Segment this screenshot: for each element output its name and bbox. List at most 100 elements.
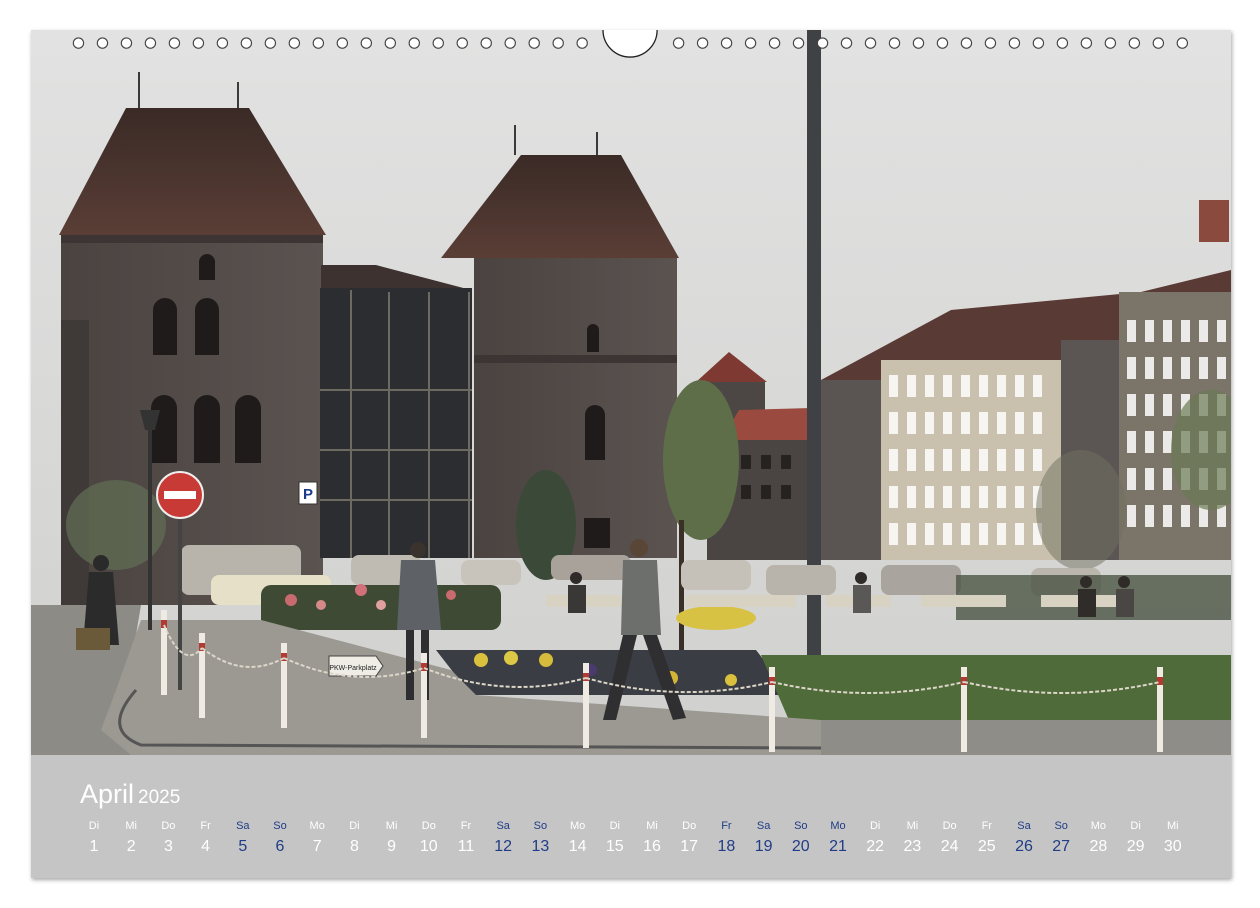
day-cell: Do 3 bbox=[150, 819, 186, 857]
day-cell: Fr 11 bbox=[448, 819, 484, 857]
day-number: 18 bbox=[717, 838, 736, 855]
weekday-label: Do bbox=[421, 820, 436, 832]
weekday-label: Fr bbox=[200, 820, 211, 832]
building-window bbox=[943, 412, 952, 434]
building-window bbox=[961, 449, 970, 471]
day-number: 2 bbox=[126, 838, 136, 855]
day-number: 28 bbox=[1089, 838, 1108, 855]
building-window bbox=[889, 375, 898, 397]
day-number: 30 bbox=[1163, 838, 1182, 855]
day-cell: Fr 4 bbox=[188, 819, 224, 857]
calendar-page: P PKW-Parkplatz April 2025 Di 1 Mi 2 Do … bbox=[31, 30, 1231, 878]
day-cell: Mi 30 bbox=[1155, 819, 1191, 857]
building-window bbox=[907, 449, 916, 471]
day-number: 21 bbox=[829, 838, 847, 855]
binding-hole bbox=[360, 37, 372, 49]
building-window bbox=[889, 523, 898, 545]
building-window bbox=[943, 375, 952, 397]
day-cell: Sa 5 bbox=[225, 819, 261, 857]
weekday-label: Di bbox=[1130, 820, 1141, 832]
day-cell: Fr 18 bbox=[708, 819, 744, 857]
weekday-label: So bbox=[273, 820, 287, 832]
building-window bbox=[961, 375, 970, 397]
binding-hole bbox=[288, 37, 301, 49]
building-window bbox=[961, 412, 970, 434]
building-window bbox=[1033, 412, 1042, 434]
building-window bbox=[1127, 320, 1136, 342]
binding-hole bbox=[240, 37, 253, 49]
weekday-label: Mo bbox=[1090, 820, 1107, 832]
binding-hole bbox=[720, 37, 733, 49]
day-number: 12 bbox=[494, 838, 513, 855]
binding-hole bbox=[480, 37, 492, 49]
building-window bbox=[1163, 320, 1172, 342]
building-window bbox=[1015, 486, 1024, 508]
building-window bbox=[997, 412, 1006, 434]
binding-hole bbox=[1152, 37, 1165, 49]
weekday-label: Di bbox=[88, 820, 100, 832]
building-window bbox=[1217, 357, 1226, 379]
fence-post-band bbox=[961, 677, 967, 685]
weekday-label: Do bbox=[942, 820, 957, 832]
weekday-label: Mo bbox=[569, 820, 586, 832]
weekday-label: Mi bbox=[385, 820, 398, 832]
building-window bbox=[925, 412, 934, 434]
binding-hole bbox=[312, 37, 325, 49]
building-window bbox=[1163, 431, 1172, 453]
year: 2025 bbox=[138, 787, 181, 808]
binding-hole bbox=[456, 37, 468, 49]
building-window bbox=[997, 486, 1006, 508]
building-window bbox=[943, 449, 952, 471]
building-window bbox=[979, 375, 988, 397]
binding-hole bbox=[144, 37, 157, 49]
building-window bbox=[1015, 375, 1024, 397]
binding-hole bbox=[96, 37, 109, 49]
fence-post-band bbox=[769, 677, 775, 685]
weekday-label: Fr bbox=[721, 820, 732, 832]
weekday-label: Mo bbox=[309, 820, 325, 832]
fence-post-band bbox=[1157, 677, 1163, 685]
day-cell: Mi 23 bbox=[894, 819, 930, 857]
weekday-label: Di bbox=[349, 820, 360, 832]
day-grid: Di 1 Mi 2 Do 3 Fr 4 Sa 5 So 6 Mo 7 Di 8 Mi 9 Do 10 Fr 11 Sa 12 S… bbox=[76, 819, 1206, 869]
binding-hole bbox=[1056, 37, 1069, 49]
building-window bbox=[1127, 431, 1136, 453]
binding-hole bbox=[672, 37, 685, 49]
day-number: 7 bbox=[312, 838, 322, 855]
day-number: 16 bbox=[643, 838, 661, 855]
weekday-label: Sa bbox=[756, 820, 771, 832]
weekday-label: So bbox=[794, 820, 808, 832]
weekday-label: Mi bbox=[125, 820, 137, 832]
building-window bbox=[961, 486, 970, 508]
weekday-label: So bbox=[533, 820, 548, 832]
day-number: 26 bbox=[1015, 838, 1033, 855]
building-window bbox=[889, 412, 898, 434]
day-cell: Di 15 bbox=[597, 819, 633, 857]
day-number: 17 bbox=[680, 838, 699, 855]
building-window bbox=[1033, 449, 1042, 471]
building-window bbox=[997, 375, 1006, 397]
glass-hall bbox=[320, 265, 472, 558]
weekday-label: Di bbox=[609, 820, 620, 832]
binding-hole bbox=[528, 37, 540, 49]
day-cell: Mo 7 bbox=[299, 819, 335, 857]
binding-hole bbox=[336, 37, 349, 49]
day-number: 14 bbox=[568, 838, 587, 855]
binding-hole bbox=[744, 37, 757, 49]
building-window bbox=[1145, 394, 1154, 416]
calendar-photo: P PKW-Parkplatz bbox=[31, 30, 1231, 755]
building-window bbox=[1127, 468, 1136, 490]
binding-hole bbox=[504, 37, 516, 49]
day-cell: So 20 bbox=[783, 819, 819, 857]
building-window bbox=[943, 523, 952, 545]
building-window bbox=[1015, 449, 1024, 471]
fence-post-band bbox=[583, 673, 589, 681]
binding-hole bbox=[888, 37, 901, 49]
building-window bbox=[1033, 375, 1042, 397]
building-window bbox=[907, 375, 916, 397]
day-cell: Mo 21 bbox=[820, 819, 856, 857]
day-cell: So 13 bbox=[522, 819, 558, 857]
binding-hole bbox=[696, 37, 709, 49]
binding-hole bbox=[432, 37, 444, 49]
building-window bbox=[1015, 412, 1024, 434]
